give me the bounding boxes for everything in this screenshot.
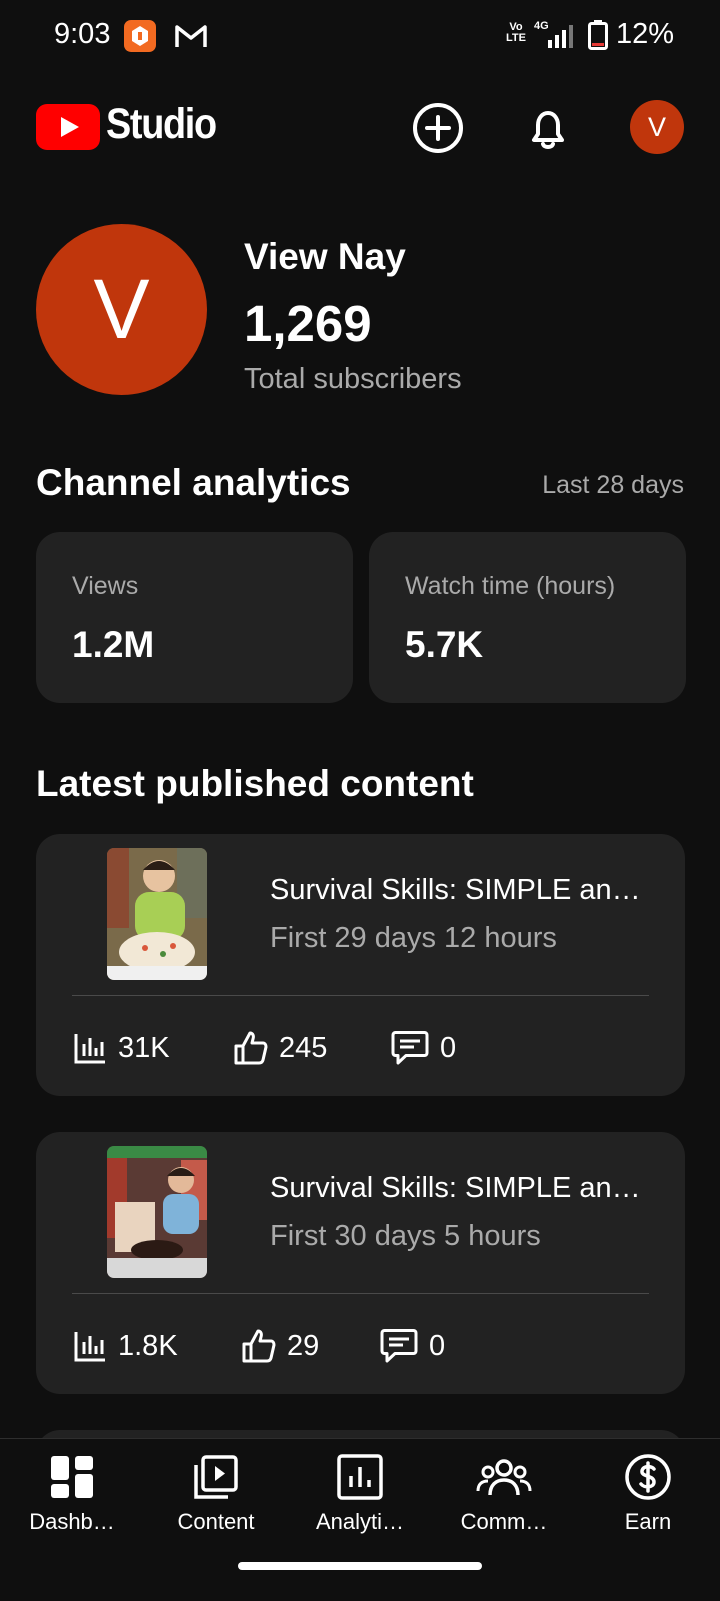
content-card[interactable]: Survival Skills: SIMPLE and USEFUL First… — [36, 1132, 685, 1394]
analytics-icon — [337, 1454, 383, 1500]
add-circle-icon — [413, 103, 463, 153]
create-button[interactable] — [408, 98, 468, 158]
metric-value: 1.2M — [72, 624, 155, 665]
video-thumbnail — [107, 1146, 207, 1278]
video-thumbnail — [107, 848, 207, 980]
bottom-navigation: Dashb… Content Analyti… Comm… Earn — [0, 1438, 720, 1601]
likes-stat: 29 — [241, 1326, 319, 1366]
dashboard-icon — [51, 1456, 93, 1498]
likes-value: 29 — [287, 1329, 320, 1362]
likes-stat: 245 — [233, 1028, 327, 1068]
views-card[interactable]: Views 1.2M — [36, 532, 353, 703]
content-icon — [194, 1455, 238, 1499]
nav-label: Analyti… — [315, 1509, 405, 1534]
comments-value: 0 — [429, 1329, 446, 1362]
bell-icon — [532, 111, 564, 149]
app-notification-icon — [124, 20, 156, 52]
comments-value: 0 — [440, 1031, 457, 1064]
nav-content[interactable]: Content — [144, 1453, 288, 1543]
analytics-heading: Channel analytics — [36, 462, 351, 503]
bar-chart-icon — [74, 1034, 105, 1064]
battery-percent: 12% — [616, 18, 675, 50]
views-stat: 31K — [72, 1028, 170, 1068]
views-value: 1.8K — [118, 1329, 178, 1362]
nav-label: Comm… — [460, 1509, 548, 1534]
home-indicator[interactable] — [238, 1562, 482, 1570]
battery-icon — [588, 20, 608, 50]
latest-content-heading: Latest published content — [36, 763, 474, 804]
nav-dashboard[interactable]: Dashb… — [0, 1453, 144, 1543]
analytics-range: Last 28 days — [542, 471, 684, 499]
nav-earn[interactable]: Earn — [576, 1453, 720, 1543]
thumbs-up-icon — [242, 1329, 276, 1363]
thumbs-up-icon — [234, 1031, 268, 1065]
network-type: 4G — [534, 20, 549, 32]
metric-value: 5.7K — [405, 624, 484, 665]
nav-label: Dashb… — [29, 1509, 115, 1534]
comments-stat: 0 — [390, 1028, 456, 1068]
content-subtitle: First 30 days 5 hours — [270, 1220, 541, 1252]
comments-stat: 0 — [379, 1326, 445, 1366]
content-title: Survival Skills: SIMPLE and USEFUL — [270, 874, 650, 906]
nav-community[interactable]: Comm… — [432, 1453, 576, 1543]
nav-analytics[interactable]: Analyti… — [288, 1453, 432, 1543]
status-time: 9:03 — [54, 18, 111, 50]
likes-value: 245 — [279, 1031, 328, 1064]
youtube-logo-icon — [36, 104, 100, 150]
nav-label: Earn — [624, 1509, 672, 1534]
subscriber-count: 1,269 — [244, 295, 372, 352]
status-bar: 9:03 Vo LTE 4G 12% — [0, 0, 720, 72]
content-card[interactable]: Survival Skills: SIMPLE and USEFUL First… — [36, 834, 685, 1096]
comment-icon — [380, 1329, 418, 1363]
studio-logo-text: Studio — [106, 100, 217, 148]
volte-indicator: Vo LTE — [506, 21, 526, 44]
bar-chart-icon — [74, 1332, 105, 1362]
watch-time-card[interactable]: Watch time (hours) 5.7K — [369, 532, 686, 703]
content-title: Survival Skills: SIMPLE and USEFUL — [270, 1172, 650, 1204]
content-subtitle: First 29 days 12 hours — [270, 922, 557, 954]
community-icon — [476, 1459, 532, 1496]
account-avatar[interactable]: V — [630, 100, 684, 154]
views-value: 31K — [118, 1031, 170, 1064]
nav-label: Content — [177, 1509, 255, 1534]
signal-icon — [548, 24, 574, 48]
app-header: Studio V — [0, 88, 720, 168]
channel-avatar: V — [36, 224, 207, 395]
card-divider — [72, 1293, 649, 1294]
notifications-button[interactable] — [518, 98, 578, 158]
subscriber-label: Total subscribers — [244, 363, 462, 395]
metric-label: Watch time (hours) — [405, 572, 616, 600]
comment-icon — [391, 1031, 429, 1065]
earn-icon — [625, 1454, 671, 1500]
card-divider — [72, 995, 649, 996]
views-stat: 1.8K — [72, 1326, 178, 1366]
channel-name: View Nay — [244, 236, 406, 277]
gmail-icon — [174, 22, 208, 50]
metric-label: Views — [72, 572, 139, 600]
